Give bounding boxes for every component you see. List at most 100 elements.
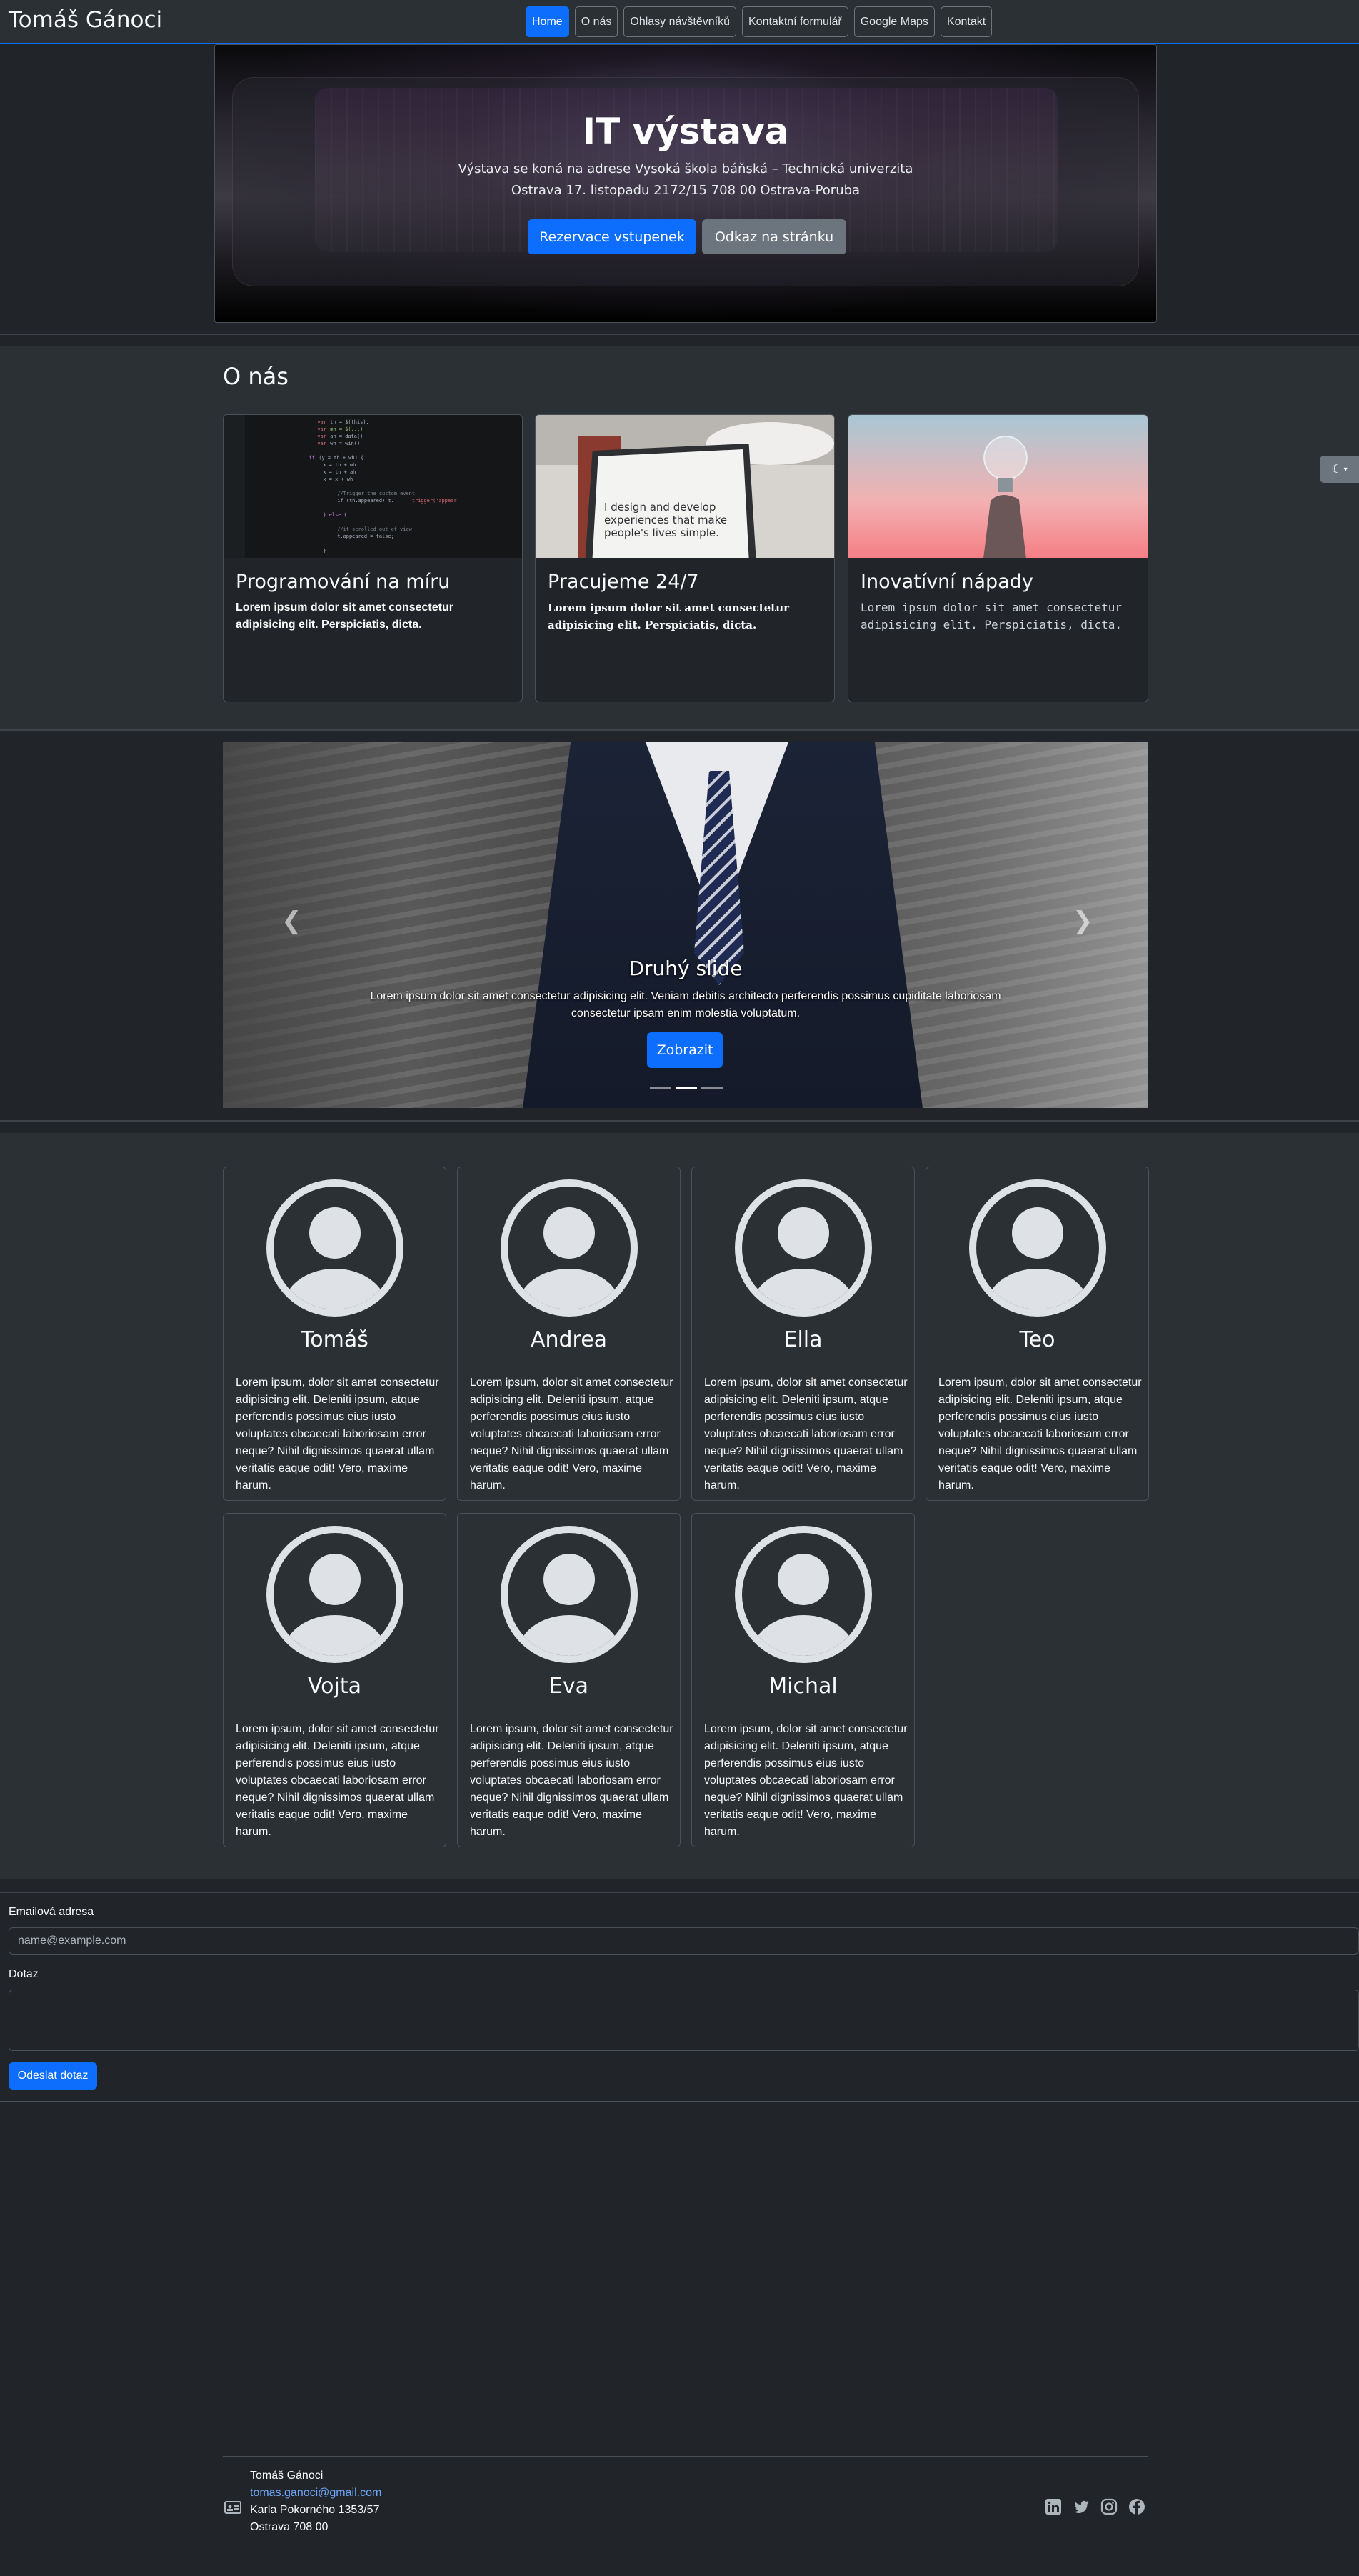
svg-text:var: var <box>317 419 326 425</box>
team-member-text: Lorem ipsum, dolor sit amet consectetur … <box>470 1723 673 1838</box>
carousel-indicator[interactable] <box>701 1087 723 1089</box>
team-member-name: Vojta <box>307 1674 362 1699</box>
svg-text:x = x + wh: x = x + wh <box>323 476 353 482</box>
nav-item-o-nas[interactable]: O nás <box>574 6 618 37</box>
person-circle-icon <box>735 1179 872 1317</box>
team-member-card: Michal Lorem ipsum, dolor sit amet consec… <box>691 1513 915 1847</box>
laptop-screen-text: I design and develop experiences that ma… <box>604 501 728 539</box>
about-card: var th = $(this), var mh = $(...) var ah = … <box>223 414 523 702</box>
carousel: ❮ ❯ Druhý slide Lorem ipsum dolor sit am… <box>223 742 1148 1108</box>
team-member-text: Lorem ipsum, dolor sit amet consectetur … <box>470 1377 673 1492</box>
team-member-card: Eva Lorem ipsum, dolor sit amet consectet… <box>457 1513 681 1847</box>
svg-text:wh = win(): wh = win() <box>330 441 360 446</box>
svg-text:var: var <box>317 434 326 439</box>
nav-menu: Home O nás Ohlasy návštěvníků Kontaktní … <box>526 6 993 37</box>
svg-text:} else {: } else { <box>323 512 346 518</box>
footer-name: Tomáš Gánoci <box>250 2470 324 2482</box>
facebook-icon[interactable] <box>1127 2497 1146 2516</box>
card-title: Pracujeme 24/7 <box>548 571 699 593</box>
twitter-icon[interactable] <box>1071 2497 1090 2516</box>
brand-title[interactable]: Tomáš Gánoci <box>9 7 162 33</box>
team-member-text: Lorem ipsum, dolor sit amet consectetur … <box>704 1723 908 1838</box>
submit-button[interactable]: Odeslat dotaz <box>9 2062 97 2090</box>
person-circle-icon <box>501 1526 638 1663</box>
about-card: I design and develop experiences that ma… <box>535 414 835 702</box>
team-member-name: Teo <box>1019 1327 1055 1352</box>
hero-address-line-2: Ostrava 17. listopadu 2172/15 708 00 Ost… <box>511 183 861 198</box>
card-text: Lorem ipsum dolor sit amet consectetur a… <box>548 601 789 631</box>
svg-text:ah = data(): ah = data() <box>330 434 363 439</box>
person-circle-icon <box>969 1179 1106 1317</box>
carousel-text: Lorem ipsum dolor sit amet consectetur a… <box>370 990 1001 1019</box>
caret-down-icon: ▾ <box>1343 465 1348 474</box>
footer-street: Karla Pokorného 1353/57 <box>250 2504 380 2516</box>
nav-item-ohlasy[interactable]: Ohlasy návštěvníků <box>623 6 736 37</box>
svg-text:x = th + ah: x = th + ah <box>323 469 356 475</box>
social-links <box>1043 2497 1146 2516</box>
hero-address-line-1: Výstava se koná na adrese Vysoká škola b… <box>458 161 913 176</box>
hero-title: IT výstava <box>582 111 789 152</box>
svg-text:var: var <box>317 426 326 432</box>
svg-text:trigger('appear': trigger('appear' <box>412 498 460 504</box>
svg-text:mh = $(...): mh = $(...) <box>330 426 363 432</box>
svg-text:(y = th + wh) {: (y = th + wh) { <box>319 455 363 461</box>
team-member-text: Lorem ipsum, dolor sit amet consectetur … <box>938 1377 1142 1492</box>
chevron-right-icon[interactable]: ❯ <box>1073 907 1093 935</box>
divider <box>0 334 1359 335</box>
team-member-name: Andrea <box>530 1327 608 1352</box>
team-member-card: Ella Lorem ipsum, dolor sit amet consecte… <box>691 1167 915 1501</box>
card-text: Lorem ipsum dolor sit amet consectetur a… <box>861 601 1123 631</box>
divider <box>0 1120 1359 1122</box>
moon-icon: ☾ <box>1331 464 1342 476</box>
divider <box>0 1892 1359 1893</box>
linkedin-icon[interactable] <box>1043 2497 1063 2516</box>
card-title: Inovatívní nápady <box>861 571 1033 593</box>
team-member-text: Lorem ipsum, dolor sit amet consectetur … <box>236 1723 439 1838</box>
team-member-text: Lorem ipsum, dolor sit amet consectetur … <box>704 1377 908 1492</box>
page-link-button[interactable]: Odkaz na stránku <box>702 219 846 254</box>
nav-item-home[interactable]: Home <box>526 6 569 37</box>
divider <box>0 2101 1359 2102</box>
nav-item-kontakt[interactable]: Kontakt <box>940 6 993 37</box>
footer-city: Ostrava 708 00 <box>250 2521 329 2533</box>
instagram-icon[interactable] <box>1099 2497 1118 2516</box>
svg-text:}: } <box>323 548 326 554</box>
person-circle-icon <box>501 1179 638 1317</box>
svg-text://it scrolled out of view: //it scrolled out of view <box>337 526 412 532</box>
divider <box>0 729 1359 731</box>
question-textarea[interactable] <box>9 1990 1359 2051</box>
footer-email-link[interactable]: tomas.ganoci@gmail.com <box>250 2487 381 2500</box>
team-member-name: Tomáš <box>301 1327 368 1352</box>
svg-text:var: var <box>317 441 326 446</box>
carousel-indicator[interactable] <box>676 1087 697 1089</box>
hero: IT výstava Výstava se koná na adrese Vys… <box>214 44 1157 323</box>
person-circle-icon <box>266 1526 403 1663</box>
email-label: Emailová adresa <box>9 1906 94 1918</box>
team-member-name: Ella <box>783 1327 823 1352</box>
chevron-left-icon[interactable]: ❮ <box>281 907 302 935</box>
team-member-name: Michal <box>768 1674 838 1699</box>
svg-text://Trigger the custom event: //Trigger the custom event <box>337 491 415 496</box>
hero-card <box>232 77 1139 286</box>
nav-item-kontaktni-formular[interactable]: Kontaktní formulář <box>742 6 848 37</box>
contact-card-icon <box>224 2500 241 2515</box>
team-member-card: Tomáš Lorem ipsum, dolor sit amet consect… <box>223 1167 446 1501</box>
card-title: Programování na míru <box>236 571 451 593</box>
person-circle-icon <box>735 1526 872 1663</box>
theme-toggle-button[interactable]: ☾ ▾ <box>1320 456 1359 483</box>
question-label: Dotaz <box>9 1968 39 1980</box>
email-field[interactable]: name@example.com <box>9 1927 1359 1955</box>
carousel-indicator[interactable] <box>650 1087 671 1089</box>
show-button[interactable]: Zobrazit <box>647 1032 723 1068</box>
team-member-text: Lorem ipsum, dolor sit amet consectetur … <box>236 1377 439 1492</box>
about-card: Inovatívní nápady Lorem ipsum dolor sit … <box>848 414 1148 702</box>
team-member-card: Vojta Lorem ipsum, dolor sit amet consect… <box>223 1513 446 1847</box>
svg-text:if (th.appeared) t.: if (th.appeared) t. <box>337 498 394 504</box>
reservation-button[interactable]: Rezervace vstupenek <box>528 219 696 254</box>
lightbulb-image <box>848 415 1148 558</box>
svg-text:if: if <box>309 455 314 461</box>
about-title: O nás <box>223 363 289 390</box>
nav-item-google-maps[interactable]: Google Maps <box>853 6 935 37</box>
team-member-card: Andrea Lorem ipsum, dolor sit amet consec… <box>457 1167 681 1501</box>
team-member-card: Teo Lorem ipsum, dolor sit amet consectet… <box>926 1167 1149 1501</box>
